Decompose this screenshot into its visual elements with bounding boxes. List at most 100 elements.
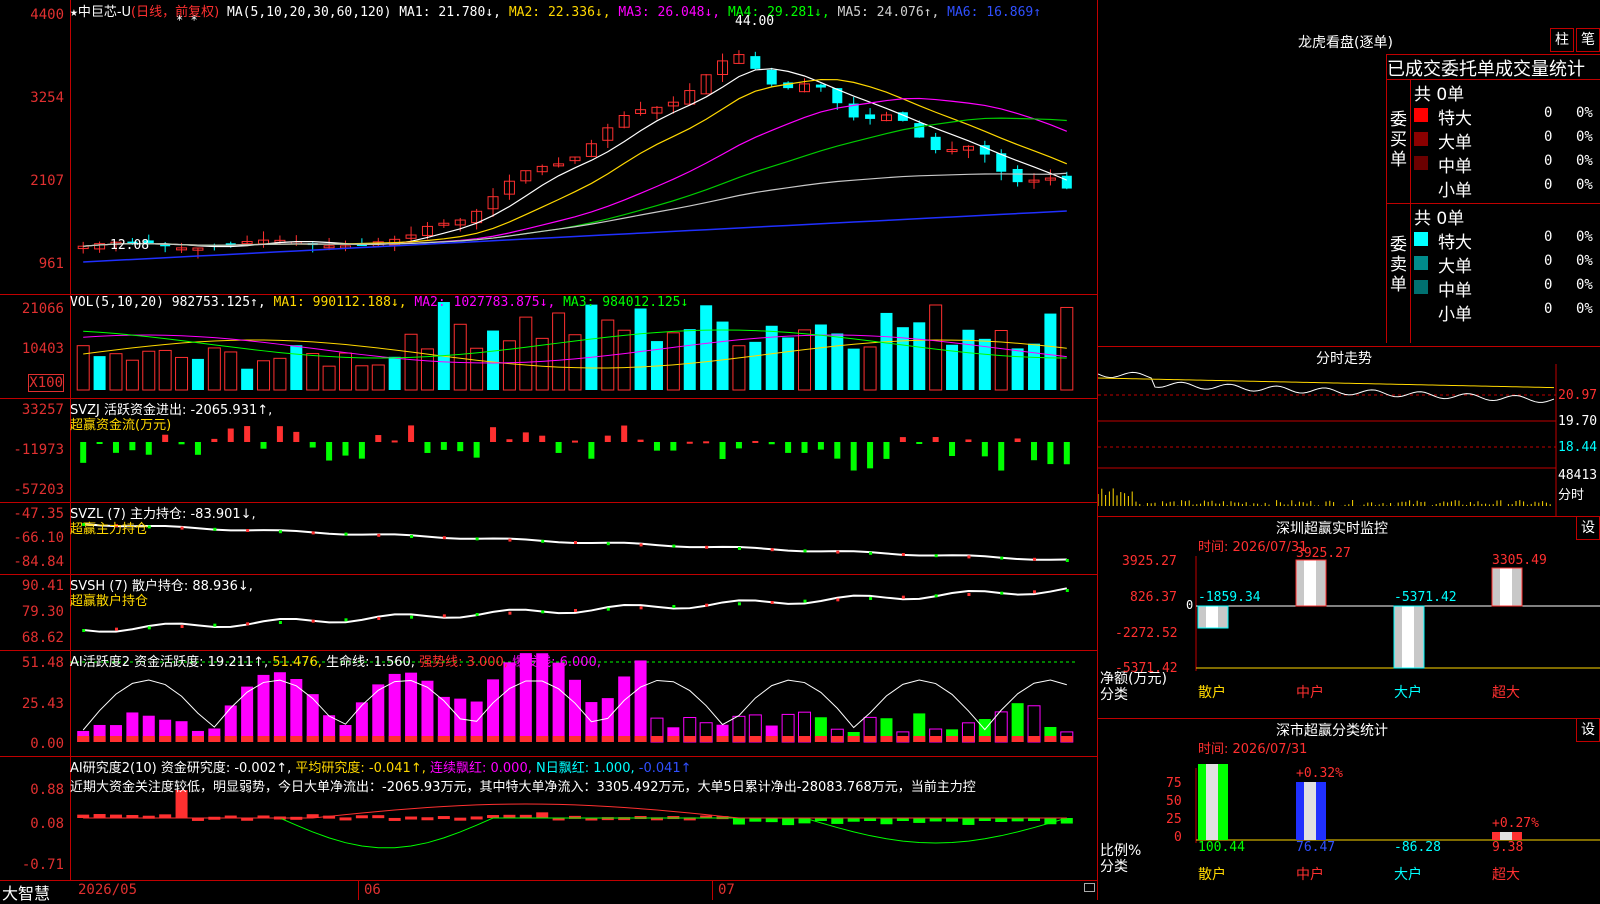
order-count: 0 — [1544, 301, 1553, 317]
research-bar — [405, 816, 418, 820]
ai2-t4: N日飘红: 1.000, — [536, 761, 635, 776]
classify-section[interactable]: 深市超赢分类统计 设 时间: 2026/07/31 比例% 分类 75 50 2… — [1098, 718, 1600, 900]
classify-value: 100.44 — [1198, 840, 1245, 855]
activity-base — [1011, 736, 1024, 742]
research-bar — [388, 817, 401, 821]
tick-view-button[interactable]: 笔 — [1576, 28, 1600, 52]
lhb-tabs[interactable]: 已成交委托单成交量统计 — [1386, 54, 1600, 80]
activity-base — [323, 736, 336, 742]
monitor-zero: 0 — [1186, 598, 1194, 612]
svzj-panel[interactable]: 33257 -11973 -57203 SVZJ 活跃资金进出: -2065.9… — [0, 398, 1097, 503]
research-bar — [355, 815, 368, 819]
volume-bar — [241, 368, 254, 390]
volume-panel[interactable]: 21066 10403 X100 VOL(5,10,20) 982753.125… — [0, 294, 1097, 399]
volume-bar — [224, 351, 238, 391]
column-view-button[interactable]: 柱 — [1550, 28, 1574, 52]
order-count: 0 — [1544, 153, 1553, 169]
activity-bar — [372, 684, 385, 742]
volume-bar — [502, 340, 516, 391]
flow-bar — [572, 440, 578, 443]
flow-bar — [1014, 438, 1021, 442]
dot-mark — [508, 538, 512, 542]
ai-research-panel[interactable]: 0.88 0.08 -0.71 AI研究度2(10) 资金研究度: -0.002… — [0, 756, 1097, 881]
research-bar — [765, 818, 778, 823]
classify-bar-shine — [1500, 832, 1512, 840]
flow-bar — [604, 435, 611, 442]
dot-mark — [311, 619, 315, 623]
activity-base — [946, 736, 959, 742]
activity-base — [700, 736, 713, 742]
activity-base — [159, 736, 172, 742]
volume-bar — [1044, 313, 1057, 390]
dot-mark — [737, 547, 741, 550]
candle-down — [1061, 175, 1072, 189]
dot-mark — [377, 617, 381, 620]
volume-bar — [765, 325, 778, 390]
research-bar — [536, 812, 549, 818]
dot-mark — [639, 606, 643, 610]
order-size-label: 大单 — [1438, 257, 1472, 277]
color-swatch — [1414, 108, 1428, 122]
monitor-section[interactable]: 深圳超赢实时监控 设 时间: 2026/07/31 净额(万元) 分类 3925… — [1098, 516, 1600, 719]
dot-mark — [901, 595, 905, 599]
ma3-value: MA3: 26.048↓, — [618, 5, 721, 20]
order-row: 特大 0 0% — [1414, 104, 1600, 129]
classify-tick: 50 — [1166, 794, 1182, 809]
activity-base — [536, 736, 549, 742]
activity-base — [913, 736, 926, 742]
candle-down — [815, 84, 826, 88]
ai1-t5: 爆发线: 6.000, — [512, 655, 601, 670]
flow-bar — [998, 442, 1005, 471]
svsh-subtitle: 超赢散户持仓 — [70, 594, 149, 609]
activity-base — [683, 736, 696, 742]
activity-base — [93, 736, 106, 742]
color-swatch — [1414, 180, 1428, 194]
buy-total: 共 0单 — [1414, 85, 1465, 105]
monitor-tick: -5371.42 — [1115, 661, 1178, 676]
price-panel[interactable]: 4400 3254 2107 961 ★中巨芯-U(日线，前复权) MA(5,1… — [0, 0, 1097, 295]
star-icon[interactable]: ★ — [70, 5, 78, 20]
volume-bar — [617, 329, 631, 391]
ai1-t2: 51.476, — [272, 655, 322, 670]
activity-base — [257, 736, 270, 742]
brand-label[interactable]: 大智慧 — [2, 880, 50, 904]
monitor-bar-shine — [1206, 606, 1218, 628]
volume-bar — [322, 365, 336, 391]
research-bar — [93, 814, 106, 818]
flow-bar — [112, 442, 119, 453]
fenshi-section[interactable]: 分时走势 20.97 19.70 18.44 48413 分时 — [1098, 346, 1600, 517]
dot-mark — [967, 593, 971, 596]
svsh-panel[interactable]: 90.41 79.30 68.62 SVSH (7) 散户持仓: 88.936↓… — [0, 574, 1097, 651]
lock-icon[interactable] — [1084, 883, 1095, 892]
dot-mark — [147, 626, 151, 630]
order-count: 0 — [1544, 177, 1553, 193]
stock-name[interactable]: 中巨芯-U — [78, 5, 131, 20]
ai-activity-panel[interactable]: 51.48 25.43 0.00 AI活跃度2 资金活跃度: 19.211↑, … — [0, 650, 1097, 757]
activity-base — [847, 736, 860, 742]
volume-bar — [437, 302, 450, 390]
classify-chart[interactable] — [1098, 718, 1600, 900]
svzl-panel[interactable]: -47.35 -66.10 -84.84 SVZL (7) 主力持仓: -83.… — [0, 502, 1097, 575]
research-bar — [1011, 818, 1024, 822]
volume-bar — [158, 349, 172, 391]
activity-base — [831, 736, 844, 742]
research-bar — [946, 818, 959, 822]
chart-area[interactable]: 4400 3254 2107 961 ★中巨芯-U(日线，前复权) MA(5,1… — [0, 0, 1097, 903]
intraday-chart[interactable] — [1098, 346, 1600, 516]
candle-down — [914, 123, 925, 138]
activity-bar — [437, 696, 450, 742]
activity-base — [191, 736, 204, 742]
monitor-category: 中户 — [1296, 685, 1324, 701]
volume-bar — [453, 323, 467, 391]
flow-bar — [949, 442, 956, 457]
flow-bar — [899, 437, 906, 442]
monitor-bar-shine — [1304, 560, 1316, 606]
candlestick-chart[interactable] — [0, 0, 1097, 294]
dot-mark — [836, 550, 840, 554]
flow-bar — [653, 442, 660, 451]
flow-bar — [817, 442, 824, 450]
activity-base — [601, 736, 614, 742]
ai2-t2: 平均研究度: -0.041↑, — [295, 761, 426, 776]
order-size-label: 特大 — [1438, 109, 1472, 129]
dot-mark — [213, 527, 217, 531]
